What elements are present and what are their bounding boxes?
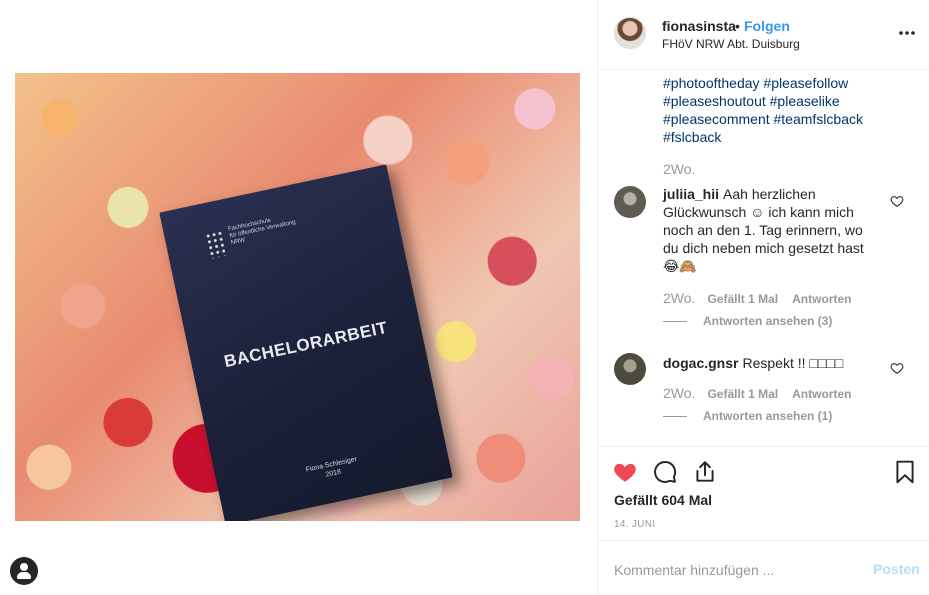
view-replies-label: Antworten ansehen (1) (703, 409, 833, 423)
replies-divider (663, 416, 687, 418)
commenter-username[interactable]: juliia_hii (663, 186, 719, 202)
book-cover: Fachhochschule für öffentliche Verwaltun… (159, 164, 453, 521)
university-logo (204, 229, 228, 260)
bookmark-icon[interactable] (892, 459, 918, 485)
comment-icon[interactable] (652, 459, 678, 485)
view-replies-label: Antworten ansehen (3) (703, 314, 833, 328)
post-photo[interactable]: Fachhochschule für öffentliche Verwaltun… (15, 73, 580, 521)
hashtag-line[interactable]: #photooftheday #pleasefollow (663, 74, 883, 92)
follow-button[interactable]: Folgen (744, 18, 790, 34)
comment-likes[interactable]: Gefällt 1 Mal (707, 387, 778, 401)
book-author-name: Fiona Schlesiger (305, 455, 358, 474)
hashtag-line[interactable]: #fslcback (663, 128, 883, 146)
reply-button[interactable]: Antworten (792, 387, 851, 401)
post-panel: fionasinsta • Folgen FHöV NRW Abt. Duisb… (597, 0, 929, 595)
heart-filled-icon[interactable] (612, 459, 638, 485)
comment-meta: 2Wo. Gefällt 1 Mal Antworten (663, 385, 865, 401)
view-replies-button[interactable]: Antworten ansehen (3) (663, 314, 832, 328)
heart-outline-icon[interactable] (890, 361, 904, 375)
view-replies-button[interactable]: Antworten ansehen (1) (663, 409, 832, 423)
hashtag-line[interactable]: #pleasecomment #teamfslcback (663, 110, 883, 128)
commenter-avatar[interactable] (614, 353, 646, 385)
author-username[interactable]: fionasinsta (662, 18, 736, 34)
caption-hashtags: #photooftheday #pleasefollow #pleaseshou… (663, 74, 883, 146)
share-icon[interactable] (692, 459, 718, 485)
commenter-username[interactable]: dogac.gnsr (663, 355, 738, 371)
hashtag-line[interactable]: #pleaseshoutout #pleaselike (663, 92, 883, 110)
location-link[interactable]: FHöV NRW Abt. Duisburg (662, 37, 800, 51)
commenter-avatar[interactable] (614, 186, 646, 218)
comment-meta: 2Wo. Gefällt 1 Mal Antworten (663, 290, 865, 306)
comment-text: Respekt !! □□□□ (742, 355, 844, 371)
post-date: 14. JUNI (614, 519, 656, 530)
comment-timestamp: 2Wo. (663, 385, 696, 401)
header-separator: • (735, 18, 740, 34)
reply-button[interactable]: Antworten (792, 292, 851, 306)
book-author: Fiona Schlesiger 2018 (217, 436, 448, 502)
replies-divider (663, 321, 687, 323)
book-year: 2018 (324, 468, 342, 479)
post-header: fionasinsta • Folgen FHöV NRW Abt. Duisb… (598, 0, 929, 70)
comments-list[interactable]: #photooftheday #pleasefollow #pleaseshou… (598, 70, 929, 445)
comment-body: juliia_hii Aah herzlichen Glückwunsch ☺ i… (663, 185, 873, 275)
comment-likes[interactable]: Gefällt 1 Mal (707, 292, 778, 306)
comment-input[interactable] (614, 559, 854, 581)
add-comment-bar: Posten (598, 540, 929, 595)
likes-count[interactable]: Gefällt 604 Mal (614, 492, 712, 508)
more-options-icon[interactable] (898, 22, 916, 44)
heart-outline-icon[interactable] (890, 194, 904, 208)
media-area: Fachhochschule für öffentliche Verwaltun… (0, 0, 597, 595)
book-title: BACHELORARBEIT (222, 317, 390, 372)
post-actions: Gefällt 604 Mal 14. JUNI (598, 446, 929, 540)
user-profile-icon[interactable] (10, 557, 38, 585)
author-avatar[interactable] (614, 17, 646, 49)
comment-body: dogac.gnsr Respekt !! □□□□ (663, 354, 873, 372)
book-org: Fachhochschule für öffentliche Verwaltun… (228, 213, 298, 248)
post-comment-button[interactable]: Posten (873, 561, 920, 577)
comment-timestamp: 2Wo. (663, 290, 696, 306)
caption-timestamp: 2Wo. (663, 161, 696, 177)
